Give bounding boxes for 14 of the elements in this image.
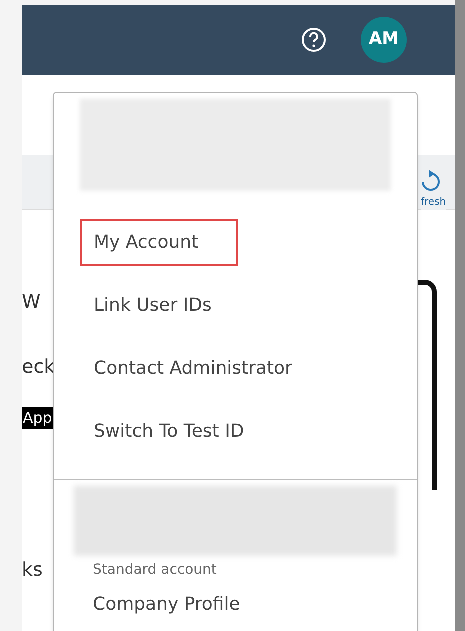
- refresh-label[interactable]: fresh: [421, 195, 446, 210]
- partial-text: ks: [22, 558, 43, 583]
- account-type: Standard account: [93, 561, 218, 580]
- partial-text: eck: [22, 355, 56, 380]
- menu-item[interactable]: Switch To Test ID: [80, 408, 258, 455]
- avatar[interactable]: AM: [361, 17, 407, 63]
- menu-item[interactable]: My Account: [80, 219, 238, 266]
- app-store-badge[interactable]: App: [22, 407, 54, 429]
- menu-item[interactable]: Contact Administrator: [80, 345, 306, 392]
- refresh-icon[interactable]: [420, 170, 442, 194]
- partial-text: W: [22, 290, 41, 315]
- menu-item[interactable]: Link User IDs: [80, 282, 226, 329]
- help-icon[interactable]: [301, 27, 327, 53]
- menu-item[interactable]: Company Profile: [93, 591, 240, 618]
